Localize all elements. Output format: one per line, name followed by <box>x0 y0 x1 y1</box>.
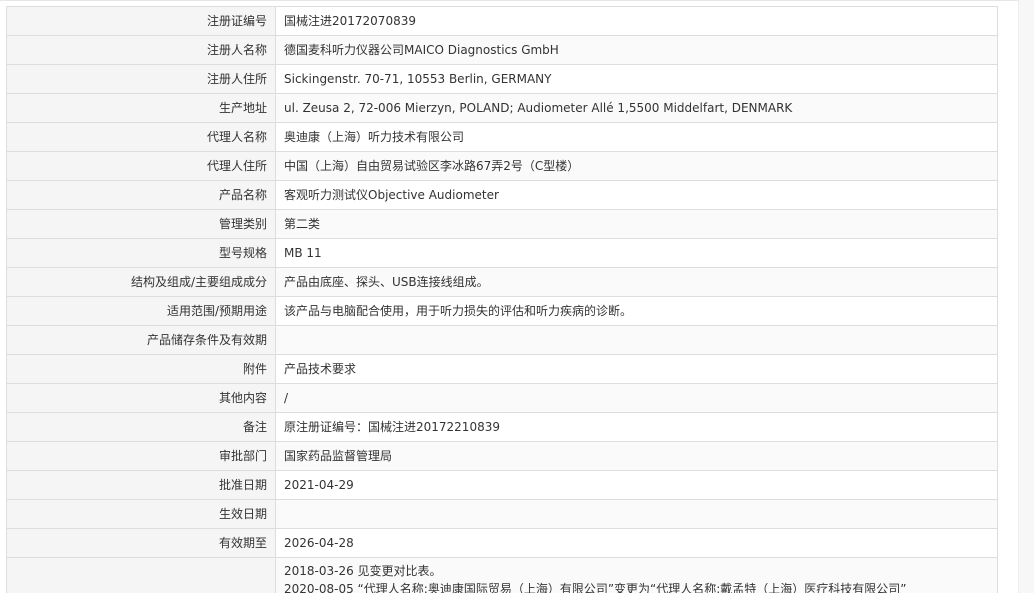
label-attachment: 附件 <box>6 354 276 384</box>
value-intended-use: 该产品与电脑配合使用，用于听力损失的评估和听力疾病的诊断。 <box>275 296 998 326</box>
row-product-name: 产品名称 客观听力测试仪Objective Audiometer <box>6 180 998 210</box>
label-product-name: 产品名称 <box>6 180 276 210</box>
value-agent-name: 奥迪康（上海）听力技术有限公司 <box>275 122 998 152</box>
label-registrant-address: 注册人住所 <box>6 64 276 94</box>
label-registration-number: 注册证编号 <box>6 6 276 36</box>
value-storage-validity <box>275 325 998 355</box>
value-attachment: 产品技术要求 <box>275 354 998 384</box>
value-registrant-name: 德国麦科听力仪器公司MAICO Diagnostics GmbH <box>275 35 998 65</box>
value-remarks: 原注册证编号：国械注进20172210839 <box>275 412 998 442</box>
value-agent-address: 中国（上海）自由贸易试验区李冰路67弄2号（C型楼） <box>275 151 998 181</box>
row-management-category: 管理类别 第二类 <box>6 209 998 239</box>
value-change-history: 2018-03-26 见变更对比表。 2020-08-05 “代理人名称:奥迪康… <box>275 557 998 593</box>
row-change-history: 2018-03-26 见变更对比表。 2020-08-05 “代理人名称:奥迪康… <box>6 557 998 593</box>
label-remarks: 备注 <box>6 412 276 442</box>
label-agent-name: 代理人名称 <box>6 122 276 152</box>
label-approval-date: 批准日期 <box>6 470 276 500</box>
row-remarks: 备注 原注册证编号：国械注进20172210839 <box>6 412 998 442</box>
row-registrant-address: 注册人住所 Sickingenstr. 70-71, 10553 Berlin,… <box>6 64 998 94</box>
row-registration-number: 注册证编号 国械注进20172070839 <box>6 6 998 36</box>
detail-table-body: 注册证编号 国械注进20172070839 注册人名称 德国麦科听力仪器公司MA… <box>6 6 998 593</box>
label-other-content: 其他内容 <box>6 383 276 413</box>
value-effective-date <box>275 499 998 529</box>
label-intended-use: 适用范围/预期用途 <box>6 296 276 326</box>
label-effective-date: 生效日期 <box>6 499 276 529</box>
value-approval-department: 国家药品监督管理局 <box>275 441 998 471</box>
value-production-address: ul. Zeusa 2, 72-006 Mierzyn, POLAND; Aud… <box>275 93 998 123</box>
label-production-address: 生产地址 <box>6 93 276 123</box>
label-model-spec: 型号规格 <box>6 238 276 268</box>
value-approval-date: 2021-04-29 <box>275 470 998 500</box>
change-history-line: 2020-08-05 “代理人名称:奥迪康国际贸易（上海）有限公司”变更为“代理… <box>284 582 907 593</box>
row-production-address: 生产地址 ul. Zeusa 2, 72-006 Mierzyn, POLAND… <box>6 93 998 123</box>
row-approval-department: 审批部门 国家药品监督管理局 <box>6 441 998 471</box>
row-other-content: 其他内容 / <box>6 383 998 413</box>
value-registrant-address: Sickingenstr. 70-71, 10553 Berlin, GERMA… <box>275 64 998 94</box>
value-registration-number: 国械注进20172070839 <box>275 6 998 36</box>
label-agent-address: 代理人住所 <box>6 151 276 181</box>
label-approval-department: 审批部门 <box>6 441 276 471</box>
label-registrant-name: 注册人名称 <box>6 35 276 65</box>
row-attachment: 附件 产品技术要求 <box>6 354 998 384</box>
registration-detail-table: 注册证编号 国械注进20172070839 注册人名称 德国麦科听力仪器公司MA… <box>6 6 998 593</box>
label-change-history <box>6 557 276 593</box>
top-divider <box>0 0 1034 1</box>
row-intended-use: 适用范围/预期用途 该产品与电脑配合使用，用于听力损失的评估和听力疾病的诊断。 <box>6 296 998 326</box>
row-agent-address: 代理人住所 中国（上海）自由贸易试验区李冰路67弄2号（C型楼） <box>6 151 998 181</box>
registration-detail-page: 注册证编号 国械注进20172070839 注册人名称 德国麦科听力仪器公司MA… <box>0 0 1034 593</box>
label-management-category: 管理类别 <box>6 209 276 239</box>
row-storage-validity: 产品储存条件及有效期 <box>6 325 998 355</box>
page-scrollbar[interactable] <box>1018 0 1034 593</box>
value-valid-until: 2026-04-28 <box>275 528 998 558</box>
value-other-content: / <box>275 383 998 413</box>
row-registrant-name: 注册人名称 德国麦科听力仪器公司MAICO Diagnostics GmbH <box>6 35 998 65</box>
change-history-line: 2018-03-26 见变更对比表。 <box>284 564 442 578</box>
row-structure-composition: 结构及组成/主要组成成分 产品由底座、探头、USB连接线组成。 <box>6 267 998 297</box>
label-storage-validity: 产品储存条件及有效期 <box>6 325 276 355</box>
value-management-category: 第二类 <box>275 209 998 239</box>
row-agent-name: 代理人名称 奥迪康（上海）听力技术有限公司 <box>6 122 998 152</box>
value-product-name: 客观听力测试仪Objective Audiometer <box>275 180 998 210</box>
value-structure-composition: 产品由底座、探头、USB连接线组成。 <box>275 267 998 297</box>
value-model-spec: MB 11 <box>275 238 998 268</box>
label-structure-composition: 结构及组成/主要组成成分 <box>6 267 276 297</box>
label-valid-until: 有效期至 <box>6 528 276 558</box>
row-model-spec: 型号规格 MB 11 <box>6 238 998 268</box>
row-valid-until: 有效期至 2026-04-28 <box>6 528 998 558</box>
row-effective-date: 生效日期 <box>6 499 998 529</box>
row-approval-date: 批准日期 2021-04-29 <box>6 470 998 500</box>
